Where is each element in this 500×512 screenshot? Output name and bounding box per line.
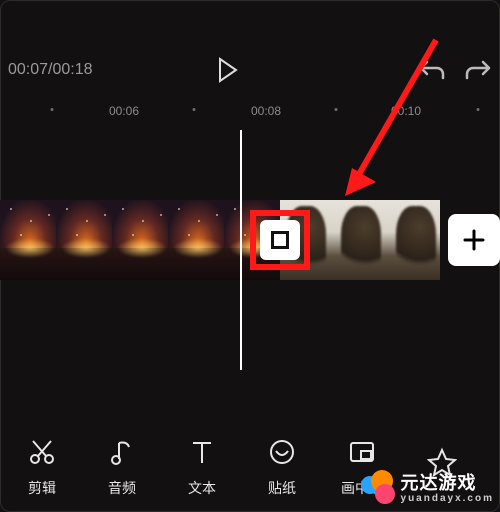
transition-button[interactable] (260, 220, 300, 260)
ruler-dot (335, 108, 338, 111)
watermark-brand: 元达游戏 (401, 473, 477, 493)
text-icon (187, 437, 217, 467)
ruler-dot (477, 108, 480, 111)
tool-label: 音频 (108, 478, 136, 498)
playback-time: 00:07/00:18 (8, 61, 93, 79)
tool-label: 文本 (188, 478, 216, 498)
add-clip-button[interactable] (448, 214, 500, 266)
redo-icon[interactable] (464, 58, 492, 82)
pip-icon (347, 437, 377, 467)
music-note-icon (107, 437, 137, 467)
play-button[interactable] (213, 55, 243, 85)
tool-sticker[interactable]: 贴纸 (242, 436, 322, 498)
tool-label: 贴纸 (268, 478, 296, 498)
tool-audio[interactable]: 音频 (82, 436, 162, 498)
watermark-logo-icon (361, 470, 395, 504)
transport-bar: 00:07/00:18 (0, 40, 500, 100)
preview-region-placeholder (0, 0, 500, 40)
watermark: 元达游戏 yuandayx.com (361, 469, 494, 504)
time-ruler[interactable]: 00:06 00:08 00:10 (0, 100, 500, 124)
play-icon (217, 57, 239, 83)
tool-cut[interactable]: 剪辑 (2, 436, 82, 498)
ruler-dot (193, 108, 196, 111)
ruler-tick: 00:08 (251, 104, 281, 118)
timeline[interactable] (0, 130, 500, 370)
editor-screen: 00:07/00:18 00:06 00:08 00:10 (0, 0, 500, 512)
sticker-icon (267, 437, 297, 467)
ruler-dot (51, 108, 54, 111)
undo-icon[interactable] (418, 58, 446, 82)
playhead[interactable] (240, 130, 242, 370)
scissors-icon (27, 437, 57, 467)
ruler-tick: 00:10 (391, 104, 421, 118)
plus-icon (462, 228, 486, 252)
watermark-domain: yuandayx.com (401, 493, 494, 504)
ruler-tick: 00:06 (109, 104, 139, 118)
transition-icon (271, 231, 289, 249)
video-track[interactable] (0, 200, 500, 280)
tool-label: 剪辑 (28, 478, 56, 498)
undo-redo-group (418, 58, 492, 82)
clip-1[interactable] (0, 200, 280, 280)
tool-text[interactable]: 文本 (162, 436, 242, 498)
